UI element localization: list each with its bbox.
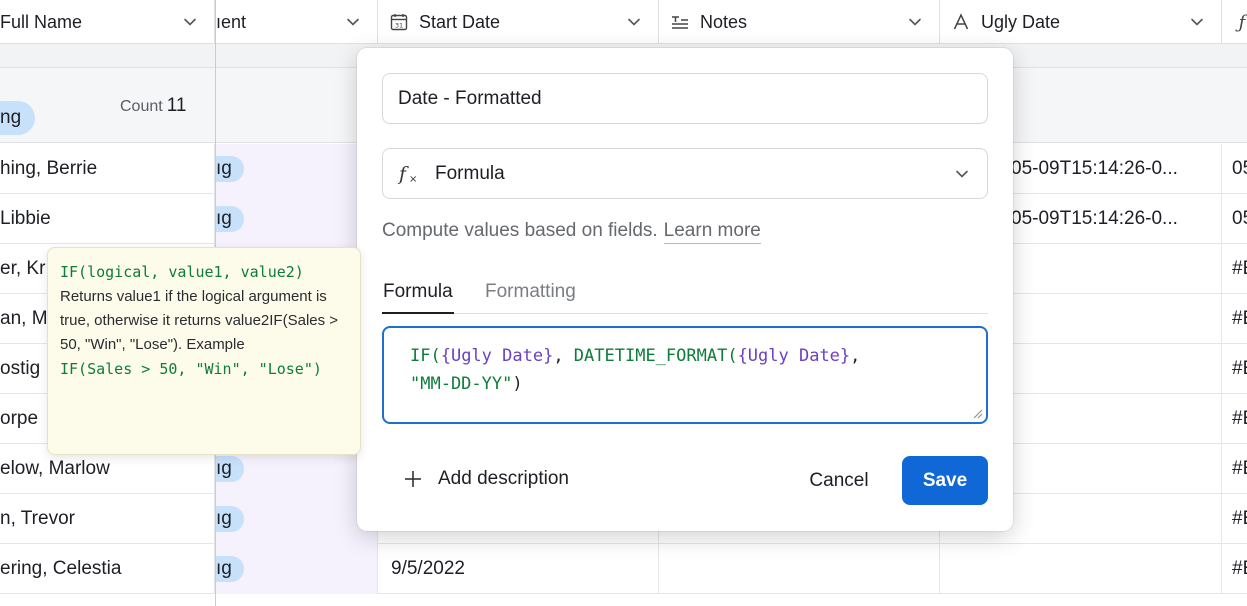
status-pill: ıg <box>216 556 244 582</box>
formula-token-string: "MM-DD-YY" <box>410 374 513 394</box>
field-type-help: Compute values based on fields. Learn mor… <box>382 220 761 244</box>
cell-formula[interactable]: #E <box>1222 444 1247 494</box>
group-status-pill: ng <box>0 101 36 135</box>
cell-formula[interactable]: #E <box>1222 244 1247 294</box>
cell-full-name[interactable]: n, Trevor <box>0 494 215 544</box>
column-header-status[interactable]: ıent <box>216 0 378 44</box>
cell-full-name[interactable]: hing, Berrie <box>0 144 215 194</box>
formula-token-punct: , <box>553 346 574 366</box>
formula-token-field-ref: {Ugly Date} <box>737 346 851 366</box>
long-text-icon <box>669 11 691 33</box>
single-line-text-icon <box>950 11 972 33</box>
chevron-down-icon <box>956 170 968 178</box>
cell-ugly-date[interactable] <box>940 544 1222 594</box>
tab-formula[interactable]: Formula <box>382 280 454 314</box>
tooltip-signature: IF(logical, value1, value2) <box>60 263 304 281</box>
plus-icon <box>405 471 421 487</box>
table-row[interactable]: ering, Celestia ıg 9/5/2022 #E <box>0 544 1247 594</box>
svg-text:31: 31 <box>395 22 403 30</box>
column-header-full-name[interactable]: Full Name <box>0 0 215 44</box>
field-config-dialog: Date - Formatted f × Formula Compute valu… <box>357 48 1013 531</box>
formula-token-punct: , <box>850 346 861 366</box>
learn-more-link[interactable]: Learn more <box>663 220 761 244</box>
chevron-down-icon[interactable] <box>343 12 363 32</box>
save-button[interactable]: Save <box>902 456 988 505</box>
add-description-button[interactable]: Add description <box>402 468 569 490</box>
function-help-tooltip: IF(logical, value1, value2) Returns valu… <box>47 247 361 455</box>
formula-tabs: Formula Formatting <box>382 280 988 314</box>
add-description-label: Add description <box>438 468 569 489</box>
status-pill: ıg <box>216 506 244 532</box>
cell-formula[interactable]: 05 <box>1222 144 1247 194</box>
status-pill: ıg <box>216 206 244 232</box>
group-count: Count 11 <box>120 95 186 117</box>
chevron-down-icon[interactable] <box>180 12 200 32</box>
cancel-button[interactable]: Cancel <box>795 456 883 505</box>
cell-formula[interactable]: #E <box>1222 494 1247 544</box>
column-header-formula[interactable]: ƒ <box>1222 0 1247 44</box>
status-pill: ıg <box>216 456 244 482</box>
cell-formula[interactable]: #E <box>1222 344 1247 394</box>
tab-formatting[interactable]: Formatting <box>485 280 576 314</box>
column-header-ugly-date[interactable]: Ugly Date <box>940 0 1222 44</box>
formula-token-function: DATETIME_FORMAT( <box>573 346 738 366</box>
calendar-icon: 31 <box>388 11 410 33</box>
formula-token-punct: ) <box>512 374 523 394</box>
cell-formula[interactable]: #E <box>1222 544 1247 594</box>
cell-formula[interactable]: 05 <box>1222 194 1247 244</box>
cell-full-name[interactable]: ering, Celestia <box>0 544 215 594</box>
field-type-select[interactable]: f × Formula <box>382 148 988 199</box>
cell-formula[interactable]: #E <box>1222 294 1247 344</box>
status-pill: ıg <box>216 156 244 182</box>
count-value: 11 <box>166 95 187 116</box>
field-type-label: Formula <box>435 162 505 184</box>
cell-status[interactable]: ıg <box>216 194 378 244</box>
cell-full-name[interactable]: Libbie <box>0 194 215 244</box>
formula-token: IF( <box>410 346 441 366</box>
column-header-label: ıent <box>216 11 247 32</box>
column-header-label: Start Date <box>419 11 501 32</box>
chevron-down-icon[interactable] <box>1187 12 1207 32</box>
svg-text:×: × <box>409 174 417 185</box>
svg-text:f: f <box>397 163 409 185</box>
tooltip-description: Returns value1 if the logical argument i… <box>60 288 339 353</box>
cell-status[interactable]: ıg <box>216 144 378 194</box>
chevron-down-icon[interactable] <box>905 12 925 32</box>
column-header-label: Ugly Date <box>981 11 1061 32</box>
count-label: Count <box>120 98 163 115</box>
column-header-label: Full Name <box>0 11 83 32</box>
formula-icon: f × <box>397 163 417 185</box>
cell-notes[interactable] <box>659 544 940 594</box>
cell-status[interactable]: ıg <box>216 544 378 594</box>
cell-start-date[interactable]: 9/5/2022 <box>378 544 659 594</box>
help-text: Compute values based on fields. <box>382 220 658 241</box>
formula-token-field-ref: {Ugly Date} <box>440 346 554 366</box>
cell-status[interactable]: ıg <box>216 494 378 544</box>
formula-token-function: IF( <box>410 346 441 366</box>
tooltip-example: IF(Sales > 50, "Win", "Lose") <box>60 360 322 378</box>
chevron-down-icon[interactable] <box>624 12 644 32</box>
formula-editor[interactable]: IF({Ugly Date}, DATETIME_FORMAT({Ugly Da… <box>382 326 988 424</box>
field-name-input[interactable]: Date - Formatted <box>382 73 988 124</box>
resize-handle-icon[interactable] <box>973 409 983 419</box>
column-header-notes[interactable]: Notes <box>659 0 940 44</box>
column-header-label: Notes <box>700 11 748 32</box>
grid-header: Full Name ıent 31 Start Date Notes Ugly … <box>0 0 1247 44</box>
formula-icon: ƒ <box>1238 11 1246 33</box>
column-header-start-date[interactable]: 31 Start Date <box>378 0 659 44</box>
cell-formula[interactable]: #E <box>1222 394 1247 444</box>
